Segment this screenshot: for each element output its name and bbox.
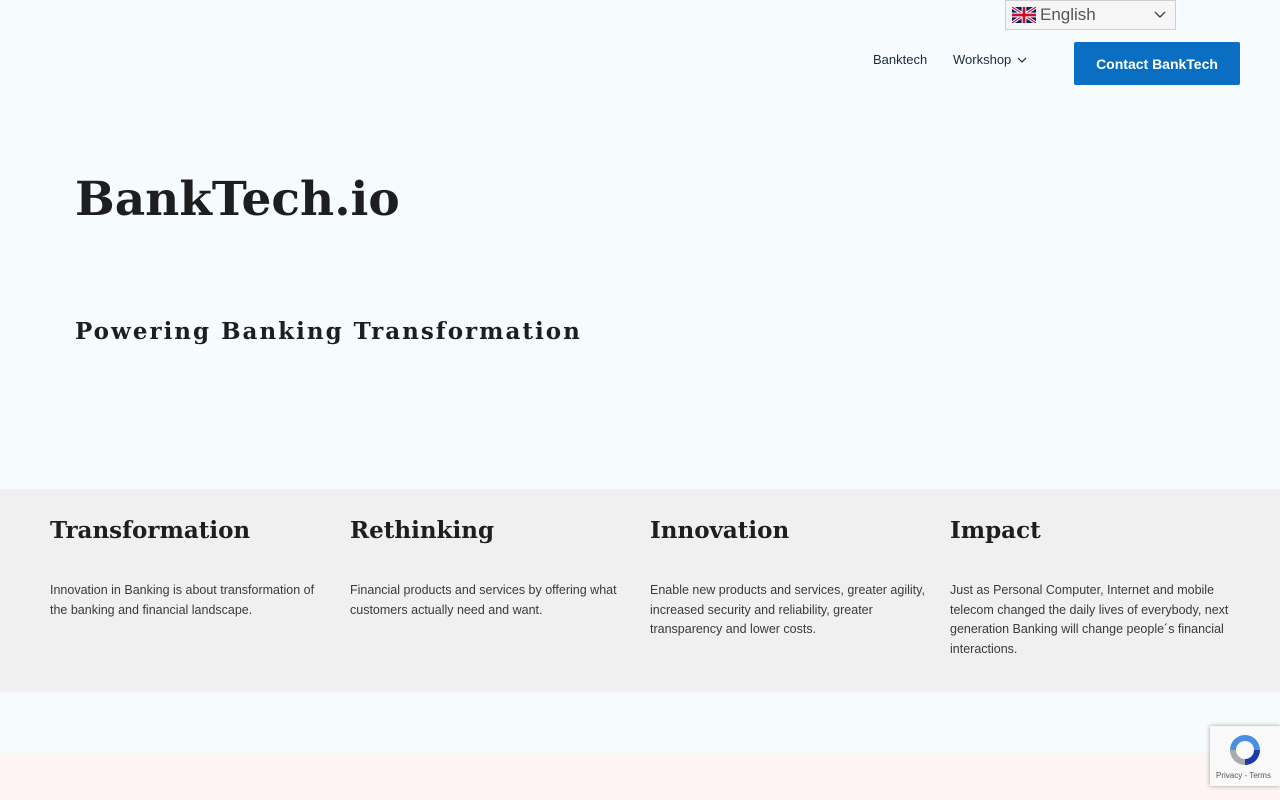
contact-banktech-button[interactable]: Contact BankTech bbox=[1074, 42, 1240, 85]
recaptcha-terms[interactable]: Privacy - Terms bbox=[1216, 771, 1271, 780]
feature-text: Enable new products and services, greate… bbox=[650, 583, 925, 636]
feature-text: Financial products and services by offer… bbox=[350, 583, 617, 617]
feature-title: Innovation bbox=[650, 517, 790, 544]
hero-subtitle: Powering Banking Transformation bbox=[75, 318, 582, 345]
feature-text: Innovation in Banking is about transform… bbox=[50, 583, 315, 617]
feature-text: Just as Personal Computer, Internet and … bbox=[950, 583, 1229, 656]
feature-title: Rethinking bbox=[350, 517, 495, 544]
chevron-down-icon bbox=[1017, 57, 1027, 63]
nav-workshop-label: Workshop bbox=[953, 52, 1012, 67]
nav-banktech[interactable]: Banktech bbox=[873, 52, 927, 68]
language-select[interactable]: English bbox=[1005, 0, 1176, 30]
feature-title: Impact bbox=[950, 517, 1041, 544]
nav-workshop[interactable]: Workshop bbox=[953, 52, 1027, 68]
page-title: BankTech.io bbox=[75, 172, 400, 227]
language-label: English bbox=[1040, 5, 1096, 24]
recaptcha-badge[interactable]: Privacy - Terms bbox=[1210, 726, 1280, 786]
uk-flag-icon bbox=[1012, 7, 1036, 23]
chevron-down-icon bbox=[1154, 11, 1166, 18]
features-section: Transformation Innovation in Banking is … bbox=[0, 489, 1280, 692]
recaptcha-icon bbox=[1230, 735, 1260, 765]
footer-band bbox=[0, 753, 1280, 800]
feature-title: Transformation bbox=[50, 517, 251, 544]
